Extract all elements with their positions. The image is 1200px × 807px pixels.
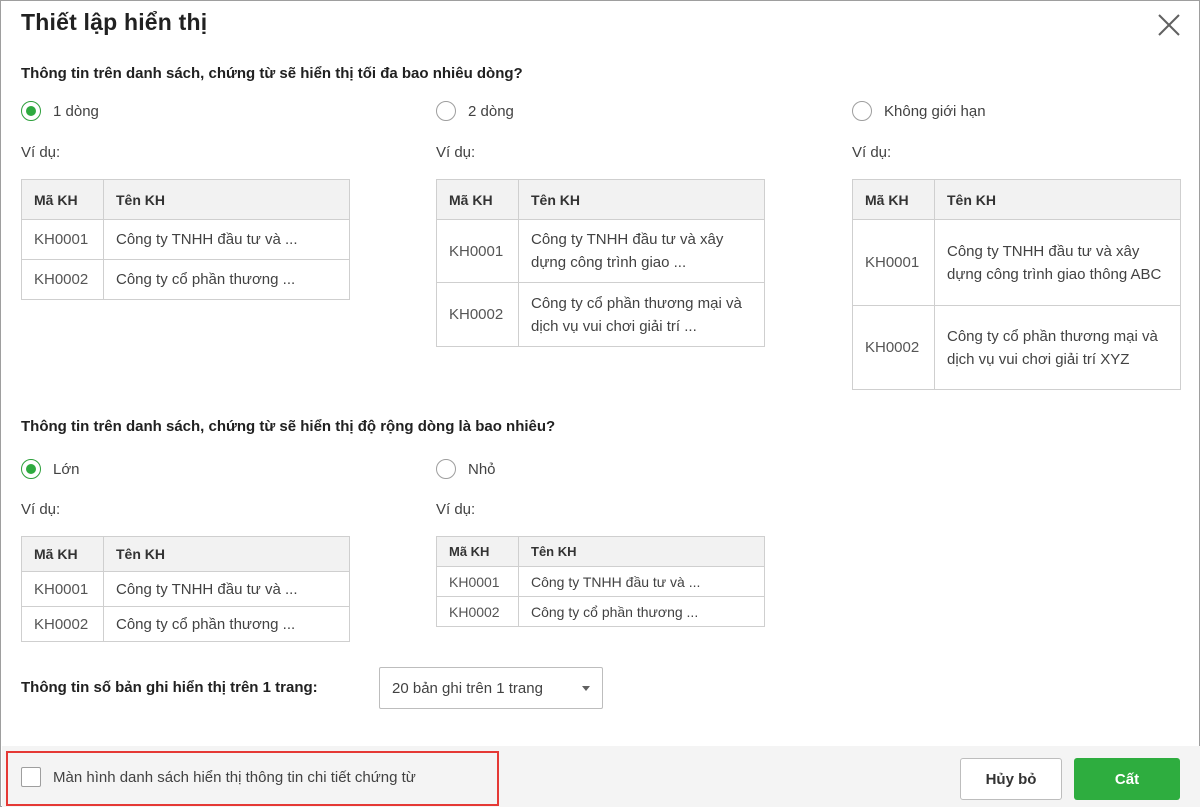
detail-info-checkbox-label: Màn hình danh sách hiển thị thông tin ch…	[53, 768, 416, 786]
close-button[interactable]	[1153, 9, 1185, 41]
cell-code: KH0001	[852, 219, 935, 306]
cell-name: Công ty cổ phần thương ...	[116, 615, 296, 633]
column-header-name: Tên KH	[518, 536, 765, 567]
radio-large[interactable]: Lớn	[21, 459, 80, 479]
save-button[interactable]: Cất	[1074, 758, 1180, 800]
detail-info-checkbox[interactable]	[21, 767, 41, 787]
table-row: KH0001 Công ty TNHH đầu tư và ...	[21, 571, 350, 607]
cancel-button[interactable]: Hủy bỏ	[960, 758, 1062, 800]
radio-circle	[21, 101, 41, 121]
cell-name: Công ty cổ phần thương ...	[116, 271, 296, 288]
table-row: KH0001 Công ty TNHH đầu tư và xây dựng c…	[436, 219, 765, 283]
cell-name: Công ty TNHH đầu tư và ...	[116, 231, 298, 248]
example-table-two-lines: Mã KH Tên KH KH0001 Công ty TNHH đầu tư …	[436, 179, 765, 347]
radio-unlimited[interactable]: Không giới hạn	[852, 101, 986, 121]
dialog-title: Thiết lập hiển thị	[21, 9, 208, 35]
column-header-code: Mã KH	[21, 536, 104, 572]
example-label: Ví dụ:	[852, 144, 892, 161]
example-table-one-line: Mã KH Tên KH KH0001 Công ty TNHH đầu tư …	[21, 179, 350, 300]
example-table-large: Mã KH Tên KH KH0001 Công ty TNHH đầu tư …	[21, 536, 350, 642]
cell-name: Công ty cổ phần thương ...	[531, 603, 699, 620]
line-count-question: Thông tin trên danh sách, chứng từ sẽ hi…	[21, 65, 523, 82]
caret-down-icon	[582, 686, 590, 691]
column-header-name: Tên KH	[518, 179, 765, 220]
example-label: Ví dụ:	[21, 144, 61, 161]
cell-code: KH0001	[21, 219, 104, 260]
records-per-page-select[interactable]: 20 bản ghi trên 1 trang	[379, 667, 603, 709]
radio-one-line[interactable]: 1 dòng	[21, 101, 99, 121]
cell-code: KH0001	[21, 571, 104, 607]
radio-label: Nhỏ	[468, 460, 496, 478]
radio-two-lines[interactable]: 2 dòng	[436, 101, 514, 121]
display-settings-dialog: Thiết lập hiển thị Thông tin trên danh s…	[0, 0, 1200, 807]
records-per-page-label: Thông tin số bản ghi hiển thị trên 1 tra…	[21, 679, 318, 696]
radio-circle	[436, 459, 456, 479]
radio-label: 1 dòng	[53, 102, 99, 120]
close-icon	[1158, 14, 1180, 36]
cell-name: Công ty TNHH đầu tư và ...	[116, 580, 298, 598]
table-row: KH0002 Công ty cổ phần thương mại và dịc…	[436, 282, 765, 347]
column-header-name: Tên KH	[103, 179, 350, 220]
records-per-page-value: 20 bản ghi trên 1 trang	[392, 679, 543, 697]
table-row: KH0001 Công ty TNHH đầu tư và xây dựng c…	[852, 219, 1181, 306]
cell-name: Công ty TNHH đầu tư và xây dựng công trì…	[531, 231, 724, 271]
column-header-name: Tên KH	[934, 179, 1181, 220]
cell-code: KH0001	[436, 566, 519, 597]
example-label: Ví dụ:	[436, 501, 476, 518]
cell-code: KH0002	[21, 259, 104, 300]
radio-label: Lớn	[53, 460, 80, 478]
cell-code: KH0002	[436, 282, 519, 347]
cell-code: KH0002	[852, 305, 935, 390]
detail-info-checkbox-row[interactable]: Màn hình danh sách hiển thị thông tin ch…	[21, 767, 416, 787]
table-row: KH0002 Công ty cổ phần thương mại và dịc…	[852, 305, 1181, 390]
example-table-small: Mã KH Tên KH KH0001 Công ty TNHH đầu tư …	[436, 536, 765, 627]
radio-circle	[852, 101, 872, 121]
example-label: Ví dụ:	[436, 144, 476, 161]
cell-name: Công ty TNHH đầu tư và ...	[531, 573, 701, 590]
table-row: KH0001 Công ty TNHH đầu tư và ...	[436, 566, 765, 597]
column-header-code: Mã KH	[436, 179, 519, 220]
column-header-code: Mã KH	[436, 536, 519, 567]
column-header-code: Mã KH	[852, 179, 935, 220]
radio-label: 2 dòng	[468, 102, 514, 120]
radio-circle	[436, 101, 456, 121]
table-row: KH0002 Công ty cổ phần thương ...	[21, 606, 350, 642]
table-row: KH0002 Công ty cổ phần thương ...	[436, 596, 765, 627]
column-header-name: Tên KH	[103, 536, 350, 572]
cell-code: KH0002	[21, 606, 104, 642]
table-row: KH0001 Công ty TNHH đầu tư và ...	[21, 219, 350, 260]
cell-name: Công ty cổ phần thương mại và dịch vụ vu…	[947, 327, 1158, 368]
radio-circle	[21, 459, 41, 479]
radio-label: Không giới hạn	[884, 102, 986, 120]
cell-name: Công ty TNHH đầu tư và xây dựng công trì…	[947, 242, 1162, 283]
cell-name: Công ty cổ phần thương mại và dịch vụ vu…	[531, 294, 742, 335]
cell-code: KH0002	[436, 596, 519, 627]
example-table-unlimited: Mã KH Tên KH KH0001 Công ty TNHH đầu tư …	[852, 179, 1181, 390]
column-header-code: Mã KH	[21, 179, 104, 220]
example-label: Ví dụ:	[21, 501, 61, 518]
table-row: KH0002 Công ty cổ phần thương ...	[21, 259, 350, 300]
radio-small[interactable]: Nhỏ	[436, 459, 496, 479]
row-width-question: Thông tin trên danh sách, chứng từ sẽ hi…	[21, 418, 556, 435]
cell-code: KH0001	[436, 219, 519, 283]
